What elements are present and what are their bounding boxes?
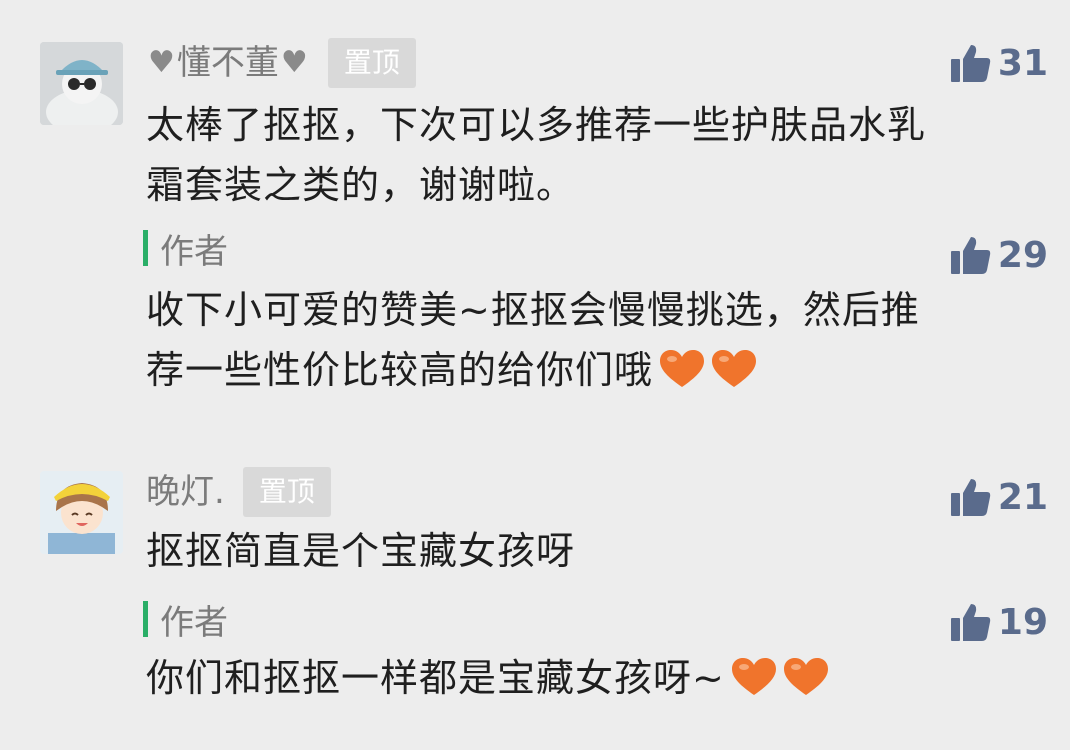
reply-text-segment: 你们和抠抠一样都是宝藏女孩呀~ [146,656,725,700]
comment-text: 抠抠简直是个宝藏女孩呀 [146,521,1026,581]
like-count: 21 [997,476,1048,518]
author-label: 作者 [160,602,228,643]
pinned-badge: 置顶 [242,467,331,517]
nickname-text: 晚灯. [146,472,225,512]
author-reply-header: 作者 [143,596,228,643]
thumbs-up-icon [950,479,991,516]
reply-text: 你们和抠抠一样都是宝藏女孩呀~ [146,648,1026,708]
like-button[interactable]: 19 [950,597,1048,647]
thumbs-up-icon [950,604,991,641]
reply-text-line: 你们和抠抠一样都是宝藏女孩呀~ [146,648,1026,708]
nickname[interactable]: 晚灯. 置顶 [146,467,331,517]
like-count: 19 [997,601,1048,643]
author-bar [143,601,148,637]
comment-text-line: 抠抠简直是个宝藏女孩呀 [146,529,576,573]
like-button[interactable]: 21 [950,472,1048,522]
avatar[interactable] [40,471,123,554]
heart-emoji-icon [783,658,828,695]
heart-emoji-icon [731,658,776,695]
comment-item: 晚灯. 置顶 21 抠抠简直是个宝藏女孩呀 作者 19 你们和抠抠一样都是宝藏女… [0,0,1070,750]
